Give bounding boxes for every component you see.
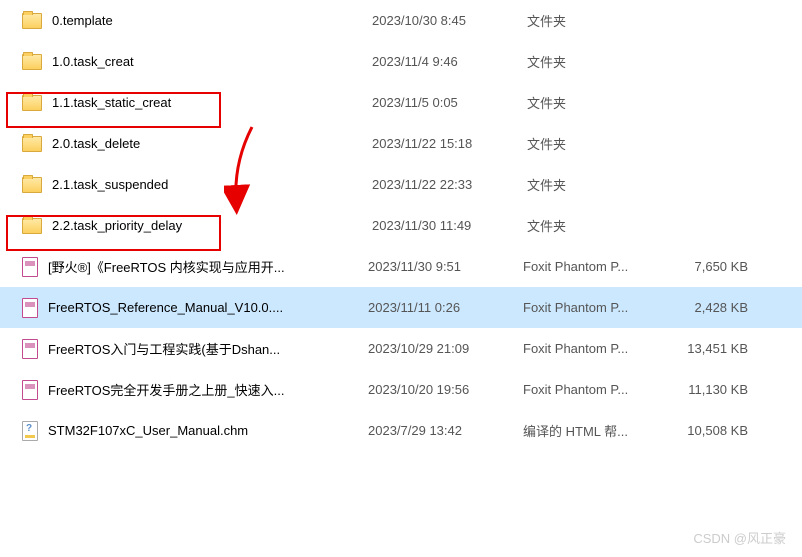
file-name: 1.1.task_static_creat (52, 95, 372, 110)
file-type: 文件夹 (527, 93, 672, 112)
file-type: Foxit Phantom P... (523, 259, 668, 274)
file-type: Foxit Phantom P... (523, 341, 668, 356)
file-date: 2023/11/30 11:49 (372, 218, 527, 233)
file-date: 2023/7/29 13:42 (368, 423, 523, 438)
file-date: 2023/11/22 15:18 (372, 136, 527, 151)
file-name: 0.template (52, 13, 372, 28)
file-row[interactable]: FreeRTOS入门与工程实践(基于Dshan...2023/10/29 21:… (0, 328, 802, 369)
pdf-icon (22, 339, 38, 359)
folder-icon (22, 54, 42, 70)
file-size: 10,508 KB (668, 423, 758, 438)
file-row[interactable]: 2.2.task_priority_delay2023/11/30 11:49文… (0, 205, 802, 246)
file-row[interactable]: STM32F107xC_User_Manual.chm2023/7/29 13:… (0, 410, 802, 451)
file-date: 2023/10/29 21:09 (368, 341, 523, 356)
file-row[interactable]: FreeRTOS_Reference_Manual_V10.0....2023/… (0, 287, 802, 328)
folder-icon (22, 13, 42, 29)
file-type: Foxit Phantom P... (523, 300, 668, 315)
file-date: 2023/11/4 9:46 (372, 54, 527, 69)
file-row[interactable]: FreeRTOS完全开发手册之上册_快速入...2023/10/20 19:56… (0, 369, 802, 410)
file-type: 文件夹 (527, 216, 672, 235)
file-row[interactable]: 2.1.task_suspended2023/11/22 22:33文件夹 (0, 164, 802, 205)
chm-icon (22, 421, 38, 441)
file-date: 2023/10/20 19:56 (368, 382, 523, 397)
file-date: 2023/10/30 8:45 (372, 13, 527, 28)
file-name: FreeRTOS_Reference_Manual_V10.0.... (48, 300, 368, 315)
file-type: 文件夹 (527, 11, 672, 30)
pdf-icon (22, 298, 38, 318)
pdf-icon (22, 380, 38, 400)
folder-icon (22, 218, 42, 234)
file-name: 2.2.task_priority_delay (52, 218, 372, 233)
file-name: 2.0.task_delete (52, 136, 372, 151)
file-type: 文件夹 (527, 175, 672, 194)
file-type: 编译的 HTML 帮... (523, 421, 668, 440)
file-name: 1.0.task_creat (52, 54, 372, 69)
file-name: 2.1.task_suspended (52, 177, 372, 192)
file-name: FreeRTOS入门与工程实践(基于Dshan... (48, 339, 368, 358)
file-date: 2023/11/22 22:33 (372, 177, 527, 192)
file-row[interactable]: 1.0.task_creat2023/11/4 9:46文件夹 (0, 41, 802, 82)
file-name: STM32F107xC_User_Manual.chm (48, 423, 368, 438)
file-size: 7,650 KB (668, 259, 758, 274)
file-name: [野火®]《FreeRTOS 内核实现与应用开... (48, 257, 368, 276)
file-type: Foxit Phantom P... (523, 382, 668, 397)
watermark: CSDN @风正豪 (693, 528, 786, 547)
file-size: 11,130 KB (668, 382, 758, 397)
file-row[interactable]: 2.0.task_delete2023/11/22 15:18文件夹 (0, 123, 802, 164)
file-name: FreeRTOS完全开发手册之上册_快速入... (48, 380, 368, 399)
file-row[interactable]: [野火®]《FreeRTOS 内核实现与应用开...2023/11/30 9:5… (0, 246, 802, 287)
folder-icon (22, 177, 42, 193)
file-row[interactable]: 1.1.task_static_creat2023/11/5 0:05文件夹 (0, 82, 802, 123)
folder-icon (22, 136, 42, 152)
file-size: 13,451 KB (668, 341, 758, 356)
file-type: 文件夹 (527, 52, 672, 71)
file-date: 2023/11/11 0:26 (368, 300, 523, 315)
folder-icon (22, 95, 42, 111)
file-list: 0.template2023/10/30 8:45文件夹1.0.task_cre… (0, 0, 802, 451)
file-row[interactable]: 0.template2023/10/30 8:45文件夹 (0, 0, 802, 41)
pdf-icon (22, 257, 38, 277)
file-size: 2,428 KB (668, 300, 758, 315)
file-date: 2023/11/5 0:05 (372, 95, 527, 110)
file-date: 2023/11/30 9:51 (368, 259, 523, 274)
file-type: 文件夹 (527, 134, 672, 153)
